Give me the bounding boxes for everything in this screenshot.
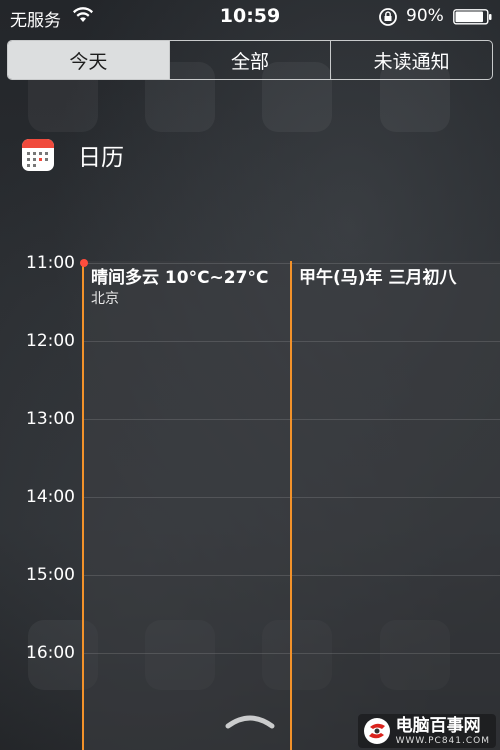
site-watermark: 电脑百事网 WWW.PC841.COM bbox=[357, 714, 496, 748]
event-weather[interactable]: 晴间多云 10°C~27°C 北京 bbox=[82, 261, 290, 750]
watermark-logo-icon bbox=[362, 716, 392, 746]
watermark-name: 电脑百事网 bbox=[395, 715, 481, 736]
event-title: 甲午(马)年 三月初八 bbox=[299, 268, 457, 288]
hour-label: 16:00 bbox=[26, 643, 75, 663]
event-lunar-date[interactable]: 甲午(马)年 三月初八 bbox=[290, 261, 500, 750]
event-location: 北京 bbox=[91, 291, 119, 307]
event-title: 晴间多云 10°C~27°C bbox=[91, 268, 269, 288]
close-handle-icon[interactable] bbox=[224, 712, 276, 730]
hour-label: 11:00 bbox=[26, 253, 75, 273]
hour-label: 14:00 bbox=[26, 487, 75, 507]
current-time-indicator bbox=[80, 259, 88, 267]
hour-label: 12:00 bbox=[26, 331, 75, 351]
notification-center-screen: 无服务 10:59 90% 今天 全部 未读通知 日历 11:00 12:00 … bbox=[0, 0, 500, 750]
hour-label: 15:00 bbox=[26, 565, 75, 585]
watermark-url: WWW.PC841.COM bbox=[395, 735, 490, 746]
watermark-text: 电脑百事网 WWW.PC841.COM bbox=[395, 715, 490, 746]
day-timeline: 11:00 12:00 13:00 14:00 15:00 16:00 晴间多云… bbox=[0, 0, 500, 750]
hour-label: 13:00 bbox=[26, 409, 75, 429]
